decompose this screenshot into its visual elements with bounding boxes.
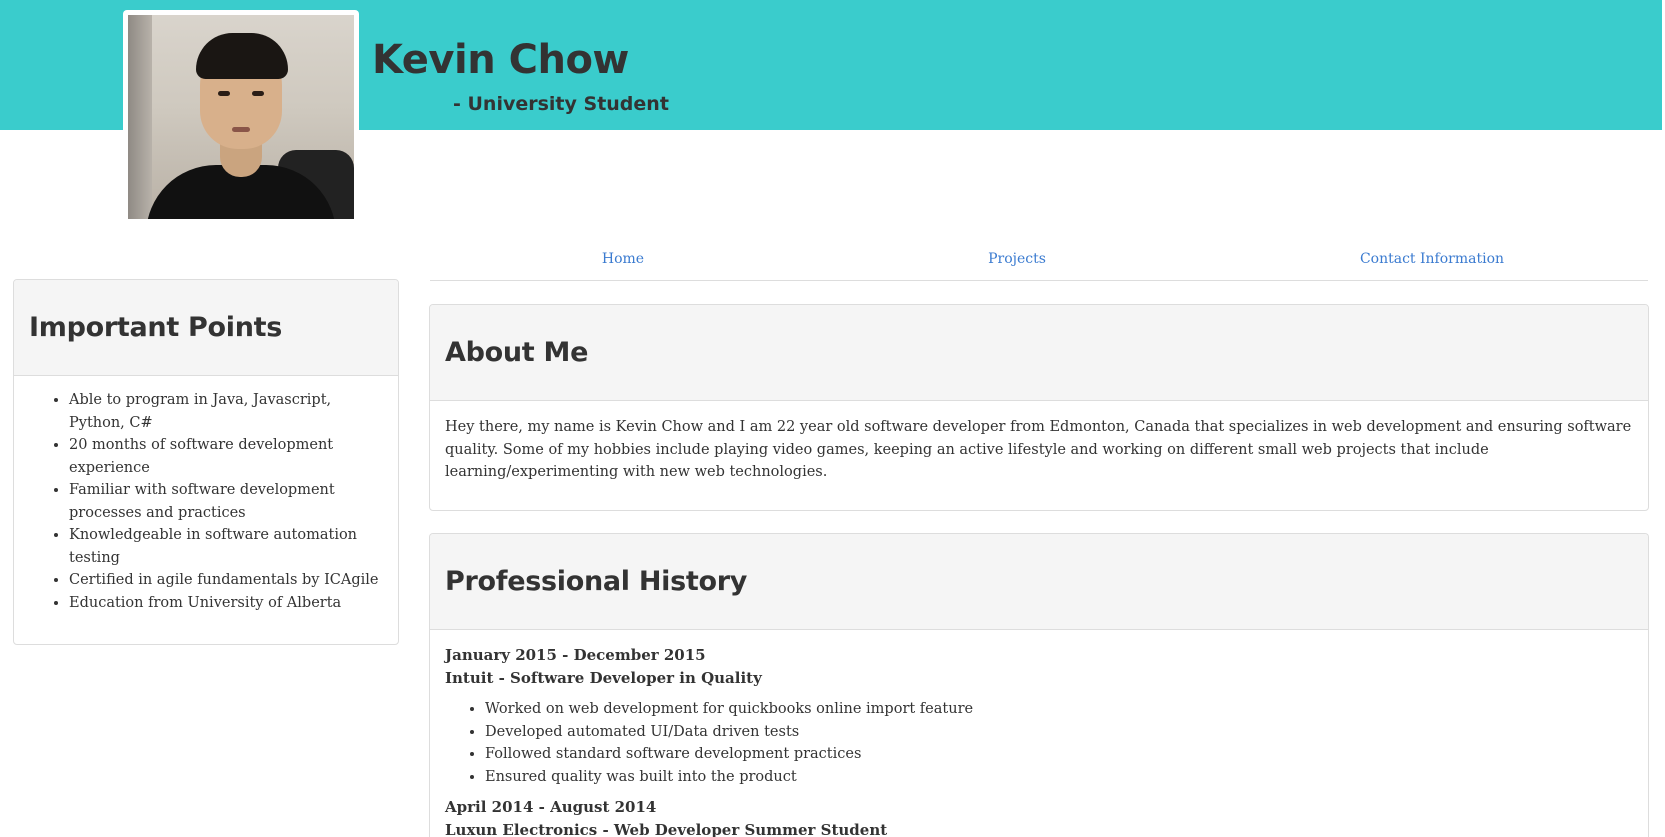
- important-points-panel: Important Points Able to program in Java…: [13, 279, 399, 645]
- list-item: Able to program in Java, Javascript, Pyt…: [69, 389, 383, 434]
- list-item: Familiar with software development proce…: [69, 479, 383, 524]
- nav-link-contact-information[interactable]: Contact Information: [1360, 250, 1504, 268]
- professional-history-heading: Professional History: [430, 534, 1648, 630]
- job-dates: April 2014 - August 2014: [445, 798, 657, 816]
- list-item: Education from University of Alberta: [69, 592, 383, 615]
- list-item: 20 months of software development experi…: [69, 434, 383, 479]
- profile-photo: [128, 15, 354, 219]
- about-me-body: Hey there, my name is Kevin Chow and I a…: [445, 419, 1632, 480]
- photo-right-eye: [252, 91, 264, 96]
- about-me-title: About Me: [445, 337, 589, 368]
- profile-subtitle: - University Student: [453, 93, 669, 115]
- about-me-heading: About Me: [430, 305, 1648, 401]
- job-dates: January 2015 - December 2015: [445, 646, 706, 664]
- important-points-list: Able to program in Java, Javascript, Pyt…: [29, 389, 383, 614]
- list-item: Worked on web development for quickbooks…: [485, 698, 1633, 721]
- job-title: Intuit - Software Developer in Quality: [445, 669, 762, 687]
- main-navigation: Home Projects Contact Information: [430, 242, 1648, 281]
- professional-history-panel: Professional History January 2015 - Dece…: [429, 533, 1649, 837]
- list-item: Followed standard software development p…: [485, 743, 1633, 766]
- list-item: Knowledgeable in software automation tes…: [69, 524, 383, 569]
- photo-mouth: [232, 127, 250, 132]
- nav-link-projects[interactable]: Projects: [988, 250, 1046, 268]
- important-points-body: Able to program in Java, Javascript, Pyt…: [14, 376, 398, 627]
- photo-background-door: [128, 15, 152, 219]
- nav-link-home[interactable]: Home: [602, 250, 644, 268]
- important-points-heading: Important Points: [14, 280, 398, 376]
- photo-hair: [196, 33, 288, 79]
- photo-left-eye: [218, 91, 230, 96]
- list-item: Certified in agile fundamentals by ICAgi…: [69, 569, 383, 592]
- profile-name: Kevin Chow: [372, 37, 629, 83]
- list-item: Ensured quality was built into the produ…: [485, 766, 1633, 789]
- professional-history-title: Professional History: [445, 566, 748, 597]
- professional-history-body: January 2015 - December 2015 Intuit - So…: [430, 630, 1648, 837]
- profile-photo-frame: [123, 10, 359, 219]
- important-points-title: Important Points: [29, 312, 283, 343]
- about-me-panel: About Me Hey there, my name is Kevin Cho…: [429, 304, 1649, 511]
- list-item: Developed automated UI/Data driven tests: [485, 721, 1633, 744]
- job-duties-list: Worked on web development for quickbooks…: [445, 698, 1633, 788]
- job-title: Luxun Electronics - Web Developer Summer…: [445, 821, 888, 837]
